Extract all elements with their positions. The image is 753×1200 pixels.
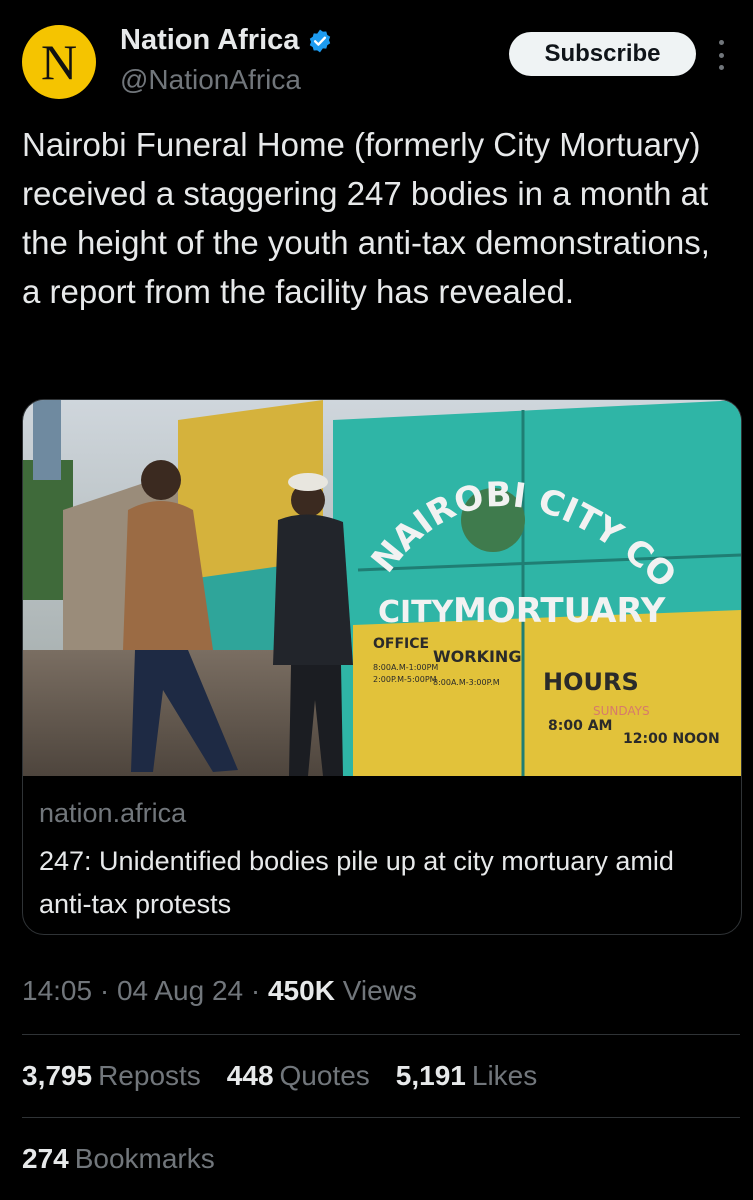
bookmarks-label: Bookmarks — [74, 1143, 215, 1174]
likes-stat[interactable]: 5,191 Likes — [396, 1060, 537, 1092]
more-options-icon[interactable] — [716, 40, 726, 70]
author-name[interactable]: Nation Africa — [120, 24, 299, 57]
reposts-label: Reposts — [98, 1060, 201, 1091]
quotes-label: Quotes — [279, 1060, 370, 1091]
photo-time-2: 12:00 NOON — [623, 731, 720, 747]
link-card[interactable]: NAIROBI CITY COUNCIL CITY MORTUARY OFFIC… — [22, 399, 742, 935]
tweet-date[interactable]: 04 Aug 24 — [117, 975, 243, 1006]
avatar-letter: N — [40, 34, 78, 90]
photo-time-1: 8:00 AM — [548, 718, 612, 734]
photo-office-text: OFFICE — [373, 636, 429, 652]
bookmarks-count: 274 — [22, 1143, 69, 1174]
tweet-time[interactable]: 14:05 — [22, 975, 92, 1006]
tweet-meta: 14:05 · 04 Aug 24 · 450K Views — [22, 975, 417, 1006]
likes-count: 5,191 — [395, 1060, 466, 1091]
card-title[interactable]: 247: Unidentified bodies pile up at city… — [39, 840, 719, 926]
quotes-count: 448 — [226, 1060, 274, 1091]
divider — [22, 1034, 740, 1035]
photo-small-text-3: 8:00A.M-3:00P.M — [433, 678, 500, 687]
photo-sundays-text: SUNDAYS — [593, 704, 650, 718]
divider — [22, 1117, 740, 1118]
views-label: Views — [342, 975, 417, 1006]
photo-small-text-1: 8:00A.M-1:00PM — [373, 663, 438, 672]
engagement-stats: 3,795 Reposts 448 Quotes 5,191 Likes — [22, 1060, 537, 1092]
bookmarks-stat[interactable]: 274 Bookmarks — [22, 1143, 215, 1175]
quotes-stat[interactable]: 448 Quotes — [227, 1060, 370, 1092]
photo-hours-text: HOURS — [543, 668, 639, 696]
photo-small-text-2: 2:00P.M-5:00PM — [373, 675, 437, 684]
photo-mortuary-text: MORTUARY — [453, 591, 666, 631]
likes-label: Likes — [471, 1060, 538, 1091]
verified-badge-icon — [310, 29, 331, 52]
author-name-row[interactable]: Nation Africa — [120, 24, 333, 57]
subscribe-button[interactable]: Subscribe — [509, 32, 696, 76]
reposts-stat[interactable]: 3,795 Reposts — [22, 1060, 201, 1092]
card-domain: nation.africa — [39, 798, 187, 828]
photo-working-text: WORKING — [433, 647, 521, 666]
tweet-text: Nairobi Funeral Home (formerly City Mort… — [22, 126, 710, 310]
card-photo[interactable]: NAIROBI CITY COUNCIL CITY MORTUARY OFFIC… — [23, 400, 741, 776]
photo-city-text: CITY — [378, 595, 455, 630]
avatar[interactable]: N — [22, 25, 96, 99]
views-count: 450K — [267, 975, 335, 1006]
reposts-count: 3,795 — [22, 1060, 93, 1091]
author-handle[interactable]: @NationAfrica — [120, 64, 301, 96]
